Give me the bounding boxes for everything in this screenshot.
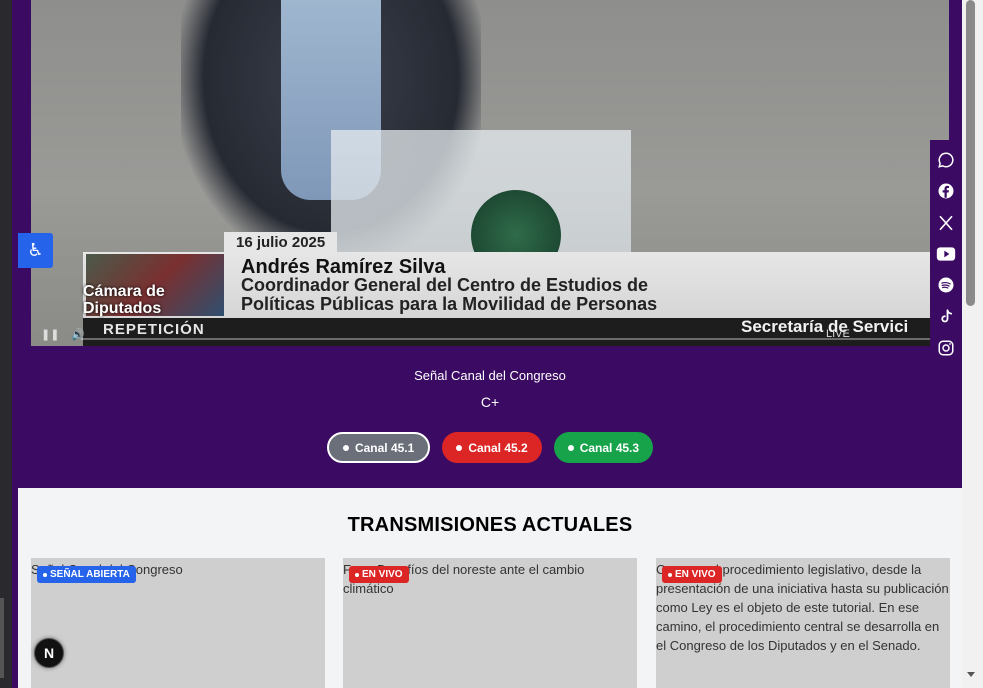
left-window-strip xyxy=(0,0,18,688)
channel-45-1-button[interactable]: Canal 45.1 xyxy=(326,432,431,463)
channel-45-3-button[interactable]: Canal 45.3 xyxy=(553,432,654,463)
channel-45-2-button[interactable]: Canal 45.2 xyxy=(442,432,542,463)
repeat-label: REPETICIÓN xyxy=(103,321,205,338)
scroll-down-arrow-icon[interactable] xyxy=(967,672,975,677)
speaker-role-line1: Coordinador General del Centro de Estudi… xyxy=(241,275,649,295)
accessibility-icon: ♿ xyxy=(27,240,44,260)
transmission-card[interactable]: Señal Canal del Congreso SEÑAL ABIERTA xyxy=(31,558,325,688)
youtube-icon[interactable] xyxy=(934,242,958,265)
badge-dot-icon xyxy=(355,572,359,577)
badge-dot-icon xyxy=(668,572,672,577)
speaker-role: Coordinador General del Centro de Estudi… xyxy=(241,276,657,314)
video-progress-bar[interactable] xyxy=(81,338,931,340)
badge-label: EN VIVO xyxy=(675,569,716,580)
scrollbar-thumb[interactable] xyxy=(966,0,975,306)
volume-icon[interactable]: 🔊 xyxy=(71,328,85,341)
channel-label: Canal 45.1 xyxy=(354,440,415,455)
hero-section: 16 julio 2025 Cámara de Diputados Andrés… xyxy=(18,0,962,488)
status-badge: EN VIVO xyxy=(662,566,722,583)
instagram-icon[interactable] xyxy=(934,337,958,360)
nextjs-dev-badge[interactable]: N xyxy=(34,638,64,668)
signal-title: Señal Canal del Congreso xyxy=(414,368,566,383)
badge-label: EN VIVO xyxy=(362,569,403,580)
video-date: 16 julio 2025 xyxy=(224,232,338,253)
transmission-card[interactable]: Conocer el procedimiento legislativo, de… xyxy=(656,558,950,688)
lower-third-logo: Cámara de Diputados xyxy=(83,283,165,317)
badge-label: SEÑAL ABIERTA xyxy=(50,569,130,580)
tiktok-icon[interactable] xyxy=(934,305,958,328)
channel-selector: Canal 45.1 Canal 45.2 Canal 45.3 xyxy=(18,432,962,463)
speaker-role-line2: Políticas Públicas para la Movilidad de … xyxy=(241,294,658,314)
channel-label: Canal 45.2 xyxy=(468,440,528,455)
status-badge: SEÑAL ABIERTA xyxy=(37,566,136,583)
channel-dot-icon xyxy=(342,444,349,451)
page-scrollbar[interactable] xyxy=(962,0,983,688)
pause-icon[interactable]: ❚❚ xyxy=(41,328,59,341)
channel-dot-icon xyxy=(456,444,463,451)
channel-label: Canal 45.3 xyxy=(579,440,640,455)
live-indicator[interactable]: LIVE xyxy=(826,328,850,340)
video-player[interactable]: 16 julio 2025 Cámara de Diputados Andrés… xyxy=(31,0,949,346)
badge-dot-icon xyxy=(43,572,47,577)
secretaria-label: Secretaría de Servici xyxy=(741,317,909,336)
spotify-icon[interactable] xyxy=(934,274,958,297)
facebook-icon[interactable] xyxy=(934,179,958,202)
transmission-card[interactable]: Foro: Desafíos del noreste ante el cambi… xyxy=(343,558,637,688)
next-logo-icon: N xyxy=(43,645,55,661)
signal-subtitle: C+ xyxy=(480,394,500,410)
whatsapp-icon[interactable] xyxy=(934,148,958,171)
accessibility-button[interactable]: ♿ xyxy=(18,233,53,268)
section-title: TRANSMISIONES ACTUALES xyxy=(347,514,633,536)
left-tab xyxy=(0,598,4,678)
status-badge: EN VIVO xyxy=(349,566,409,583)
channel-dot-icon xyxy=(567,444,574,451)
social-sidebar xyxy=(930,140,962,364)
page: 16 julio 2025 Cámara de Diputados Andrés… xyxy=(18,0,962,688)
x-icon[interactable] xyxy=(934,211,958,234)
